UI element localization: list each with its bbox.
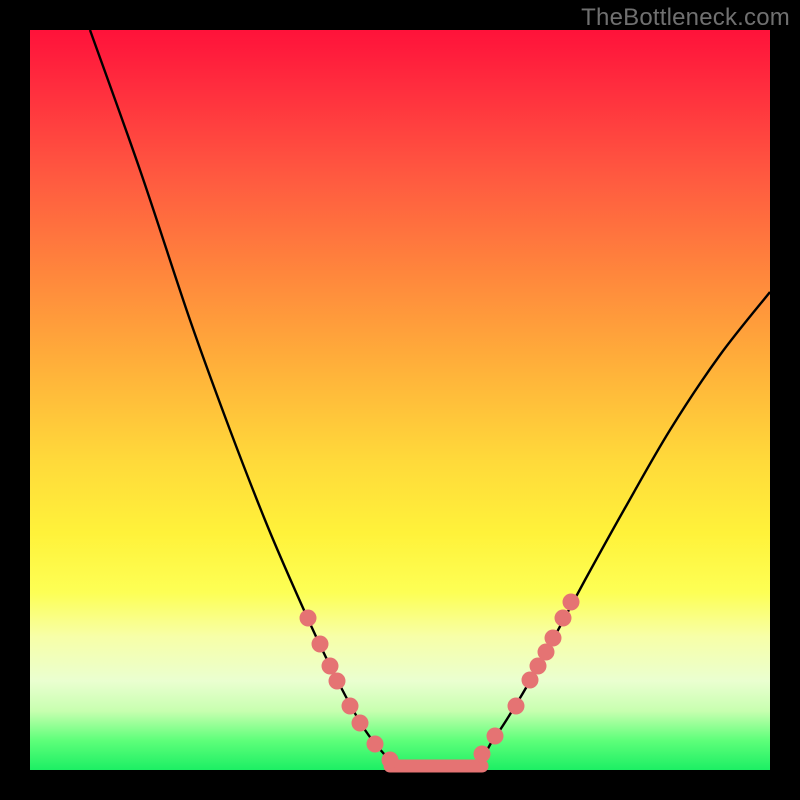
data-point: [329, 673, 346, 690]
data-point: [312, 636, 329, 653]
data-point: [563, 594, 580, 611]
data-points: [300, 594, 580, 769]
data-point: [352, 715, 369, 732]
data-point: [322, 658, 339, 675]
data-point: [367, 736, 384, 753]
data-point: [487, 728, 504, 745]
data-point: [342, 698, 359, 715]
data-point: [474, 746, 491, 763]
curve-group: [90, 30, 770, 768]
watermark-text: TheBottleneck.com: [581, 4, 790, 32]
plot-area: [30, 30, 770, 770]
data-point: [382, 752, 399, 769]
data-point: [555, 610, 572, 627]
data-point: [300, 610, 317, 627]
bottleneck-curve: [90, 30, 770, 768]
chart-frame: TheBottleneck.com: [0, 0, 800, 800]
data-point: [545, 630, 562, 647]
curve-svg: [30, 30, 770, 770]
data-point: [508, 698, 525, 715]
